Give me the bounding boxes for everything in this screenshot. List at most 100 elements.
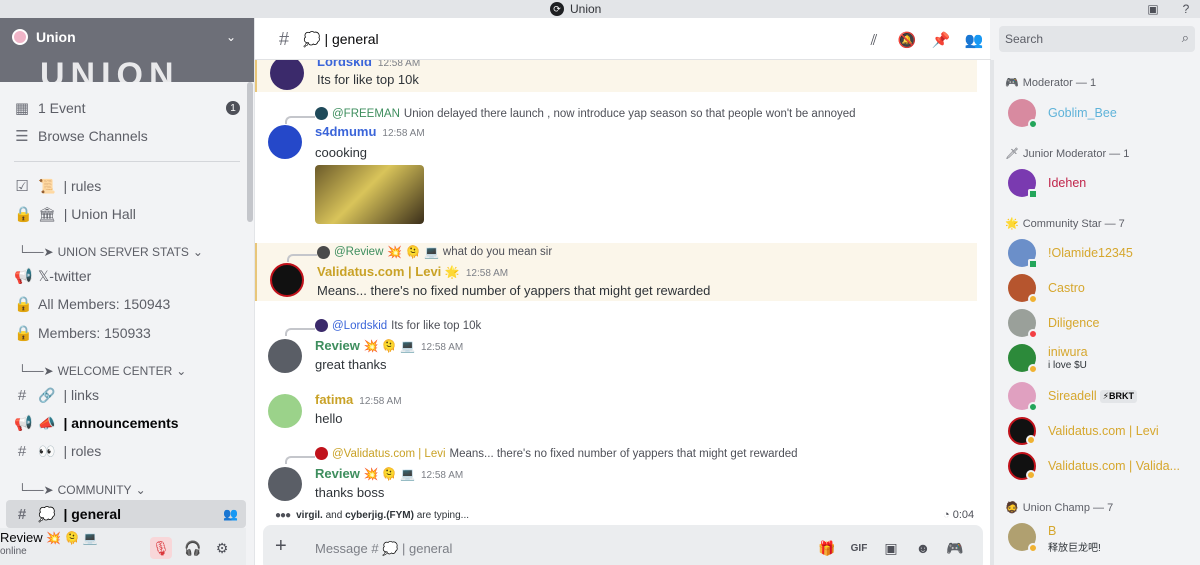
message-author[interactable]: Validatus.com | Levi 🌟 12:58 AM — [317, 264, 508, 279]
message-item[interactable]: @FREEMAN Union delayed there launch , no… — [255, 105, 977, 235]
member-item[interactable]: Sireadell ⚡BRKT — [1008, 379, 1198, 413]
message-input[interactable]: Message # 💭 | general — [315, 541, 452, 557]
member-item[interactable]: Validatus.com | Valida... — [1008, 449, 1198, 483]
avatar[interactable] — [268, 125, 302, 159]
avatar[interactable] — [270, 263, 304, 297]
events-item[interactable]: ▦ 1 Event 1 — [6, 94, 246, 122]
channel-x-twitter[interactable]: 📢 𝕏-twitter — [6, 262, 246, 290]
message-item[interactable]: Lordskid 12:58 AM Its for like top 10k — [255, 60, 977, 92]
message-author[interactable]: Review 💥 🫠 💻 12:58 AM — [315, 338, 463, 353]
category-community-label: COMMUNITY — [57, 483, 132, 497]
category-welcome-center[interactable]: └──➤ WELCOME CENTER ⌄ — [18, 363, 186, 379]
avatar — [1008, 309, 1038, 339]
member-item[interactable]: !Olamide12345 — [1008, 236, 1198, 270]
avatar[interactable] — [268, 394, 302, 428]
sticker-icon[interactable]: ▣ — [881, 538, 901, 558]
add-attachment-icon[interactable]: + — [275, 535, 287, 558]
reply-author: @Review — [334, 246, 384, 258]
channel-header: # 💭 | general ⫽ 🔕 📌 👥 Search ⌕ — [255, 18, 1195, 60]
member-list-scrollbar[interactable] — [990, 60, 994, 565]
reply-text: what do you mean sir — [442, 246, 553, 258]
status-idle-icon — [1026, 435, 1036, 445]
message-author[interactable]: Lordskid 12:58 AM — [317, 60, 420, 69]
channel-roles-emoji: 👀 — [38, 442, 56, 459]
channel-announcements-label: | announcements — [63, 415, 179, 431]
reply-preview[interactable]: @Review 💥 🫠 💻 what do you mean sir — [317, 245, 552, 259]
gift-icon[interactable]: 🎁 — [817, 538, 837, 558]
message-item[interactable]: @Validatus.com | Levi Means... there's n… — [255, 445, 977, 507]
message-author[interactable]: Review 💥 🫠 💻 12:58 AM — [315, 466, 463, 481]
server-header[interactable]: UNION Union ⌄ — [0, 18, 254, 82]
member-group-header: 🎮 Moderator — 1 — [1005, 76, 1096, 90]
reply-preview[interactable]: @Lordskid Its for like top 10k — [315, 319, 481, 332]
inbox-icon[interactable]: ▣ — [1145, 1, 1161, 17]
settings-gear-icon[interactable]: ⚙ — [211, 537, 233, 559]
member-item[interactable]: iniwura i love $U — [1008, 341, 1198, 375]
member-group-label: Union Champ — 7 — [1022, 501, 1114, 514]
member-item[interactable]: Diligence — [1008, 306, 1198, 340]
message-item[interactable]: fatima 12:58 AM hello — [255, 390, 977, 440]
message-item[interactable]: @Lordskid Its for like top 10k Review 💥 … — [255, 317, 977, 377]
community-star-role-icon: 🌟 — [1005, 218, 1019, 230]
message-item[interactable]: @Review 💥 🫠 💻 what do you mean sir Valid… — [255, 243, 977, 301]
reply-avatar — [317, 245, 330, 259]
member-item[interactable]: Validatus.com | Levi — [1008, 414, 1198, 448]
headphones-icon[interactable]: 🎧 — [182, 537, 204, 559]
member-item[interactable]: B 释放巨龙吧! — [1008, 520, 1198, 554]
message-author[interactable]: s4dmumu 12:58 AM — [315, 124, 425, 139]
category-community[interactable]: └──➤ COMMUNITY ⌄ — [18, 482, 146, 498]
union-champ-role-icon: 🧔 — [1005, 502, 1019, 514]
message-author-name: Review — [315, 466, 360, 481]
member-item[interactable]: Goblim_Bee — [1008, 96, 1198, 130]
channel-general[interactable]: # 💭 | general 👥 — [6, 500, 246, 528]
channel-roles[interactable]: # 👀 | roles — [6, 437, 246, 465]
emoji-picker-icon[interactable]: ☻ — [913, 538, 933, 558]
member-name: Idehen — [1048, 176, 1087, 190]
apps-controller-icon[interactable]: 🎮 — [945, 538, 965, 558]
channel-links[interactable]: # 🔗 | links — [6, 381, 246, 409]
avatar[interactable] — [268, 467, 302, 501]
sidebar-scrollbar[interactable] — [247, 82, 253, 222]
chevron-down-icon[interactable]: ⌄ — [226, 30, 236, 44]
mute-microphone-icon[interactable]: 🎙 — [150, 537, 172, 559]
avatar — [1008, 523, 1038, 553]
reply-avatar — [315, 319, 328, 332]
search-input[interactable]: Search ⌕ — [999, 26, 1195, 52]
message-author-name: fatima — [315, 392, 354, 407]
message-list: Lordskid 12:58 AM Its for like top 10k @F… — [255, 60, 991, 515]
server-icon — [12, 29, 28, 45]
channel-links-label: | links — [63, 387, 99, 403]
channel-all-members[interactable]: 🔒 All Members: 150943 — [6, 290, 246, 318]
chevron-down-icon: ⌄ — [135, 483, 146, 497]
category-server-stats[interactable]: └──➤ UNION SERVER STATS ⌄ — [18, 244, 203, 260]
channel-members[interactable]: 🔒 Members: 150933 — [6, 319, 246, 347]
reply-preview[interactable]: @FREEMAN Union delayed there launch , no… — [315, 107, 856, 120]
channel-union-hall[interactable]: 🔒 🏛 | Union Hall — [6, 200, 246, 228]
browse-channels-item[interactable]: ☰ Browse Channels — [6, 122, 246, 150]
avatar[interactable] — [270, 60, 304, 90]
user-panel-name[interactable]: Review 💥 🫠 💻 — [0, 530, 98, 545]
member-item[interactable]: Castro — [1008, 271, 1198, 305]
attached-image[interactable] — [315, 165, 424, 224]
pinned-messages-icon[interactable]: 📌 — [931, 30, 951, 50]
message-author[interactable]: fatima 12:58 AM — [315, 392, 402, 407]
reply-preview[interactable]: @Validatus.com | Levi Means... there's n… — [315, 447, 798, 460]
avatar[interactable] — [268, 339, 302, 373]
channel-links-emoji: 🔗 — [38, 386, 56, 403]
add-member-icon[interactable]: 👥 — [223, 507, 238, 521]
member-list-icon[interactable]: 👥 — [964, 30, 984, 50]
help-icon[interactable]: ? — [1178, 1, 1194, 17]
channel-rules[interactable]: ☑ 📜 | rules — [6, 172, 246, 200]
notifications-muted-icon[interactable]: 🔕 — [897, 30, 917, 50]
hashtag-icon: # — [279, 29, 290, 49]
message-composer[interactable]: + Message # 💭 | general 🎁 GIF ▣ ☻ 🎮 — [263, 525, 983, 565]
hashtag-icon: # — [17, 442, 27, 460]
threads-icon[interactable]: ⫽ — [864, 30, 884, 50]
channel-announcements[interactable]: 📢 📣 | announcements — [6, 409, 246, 437]
channel-union-hall-label: | Union Hall — [63, 206, 136, 222]
reply-spine — [285, 328, 315, 336]
calendar-icon: ▦ — [14, 100, 30, 117]
avatar — [1008, 169, 1038, 199]
member-item[interactable]: Idehen — [1008, 166, 1198, 200]
gif-icon[interactable]: GIF — [849, 538, 869, 558]
